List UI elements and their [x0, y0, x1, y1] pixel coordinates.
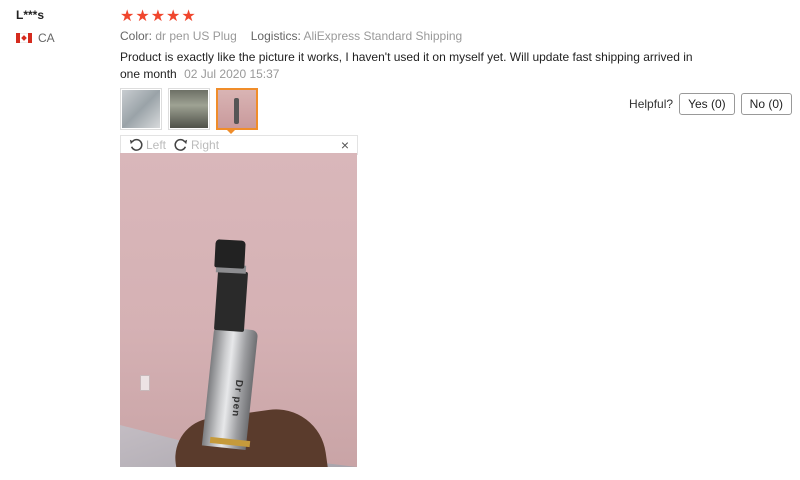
star-icon: ★ [166, 8, 181, 25]
pen-cap [214, 239, 246, 269]
rotate-left-icon [129, 138, 143, 151]
review-meta: Color: dr pen US Plug Logistics: AliExpr… [120, 29, 462, 43]
review-date: 02 Jul 2020 15:37 [184, 67, 280, 81]
rotate-right-button[interactable]: Right [174, 138, 219, 152]
star-icon: ★ [135, 8, 150, 25]
color-value: dr pen US Plug [155, 29, 237, 43]
helpful-yes-button[interactable]: Yes (0) [679, 93, 735, 115]
review-photo: Dr pen [120, 153, 357, 467]
country-code: CA [38, 31, 55, 45]
star-icon: ★ [120, 8, 135, 25]
helpful-label: Helpful? [629, 97, 674, 111]
logistics-info: Logistics: AliExpress Standard Shipping [251, 29, 462, 43]
helpful-no-button[interactable]: No (0) [740, 93, 792, 115]
review-thumbnails [120, 88, 258, 130]
review-text: Product is exactly like the picture it w… [120, 49, 700, 83]
rating-stars: ★ ★ ★ ★ ★ [120, 8, 196, 26]
star-icon: ★ [150, 8, 166, 25]
review-thumbnail[interactable] [168, 88, 210, 130]
reviewer-name: L***s [16, 8, 45, 22]
canada-flag-icon [16, 33, 32, 43]
close-viewer-button[interactable]: × [341, 137, 349, 153]
hand [170, 402, 330, 467]
rotate-right-icon [174, 138, 188, 151]
active-thumbnail-pointer [225, 128, 237, 134]
image-viewer-toolbar: Left Right × [120, 135, 358, 155]
logistics-label: Logistics: [250, 29, 301, 43]
color-label: Color: [120, 29, 153, 43]
wall-socket [140, 375, 150, 391]
review-thumbnail[interactable] [120, 88, 162, 130]
rotate-right-label: Right [191, 138, 220, 152]
rotate-left-label: Left [146, 138, 167, 152]
logistics-value: AliExpress Standard Shipping [303, 29, 463, 43]
helpful-section: Helpful? Yes (0) No (0) [629, 93, 792, 115]
review-thumbnail-active[interactable] [216, 88, 258, 130]
star-icon: ★ [181, 8, 196, 25]
rotate-left-button[interactable]: Left [129, 138, 166, 152]
reviewer-country: CA [16, 31, 55, 45]
pen-grip [213, 270, 249, 332]
color-info: Color: dr pen US Plug [120, 29, 237, 43]
